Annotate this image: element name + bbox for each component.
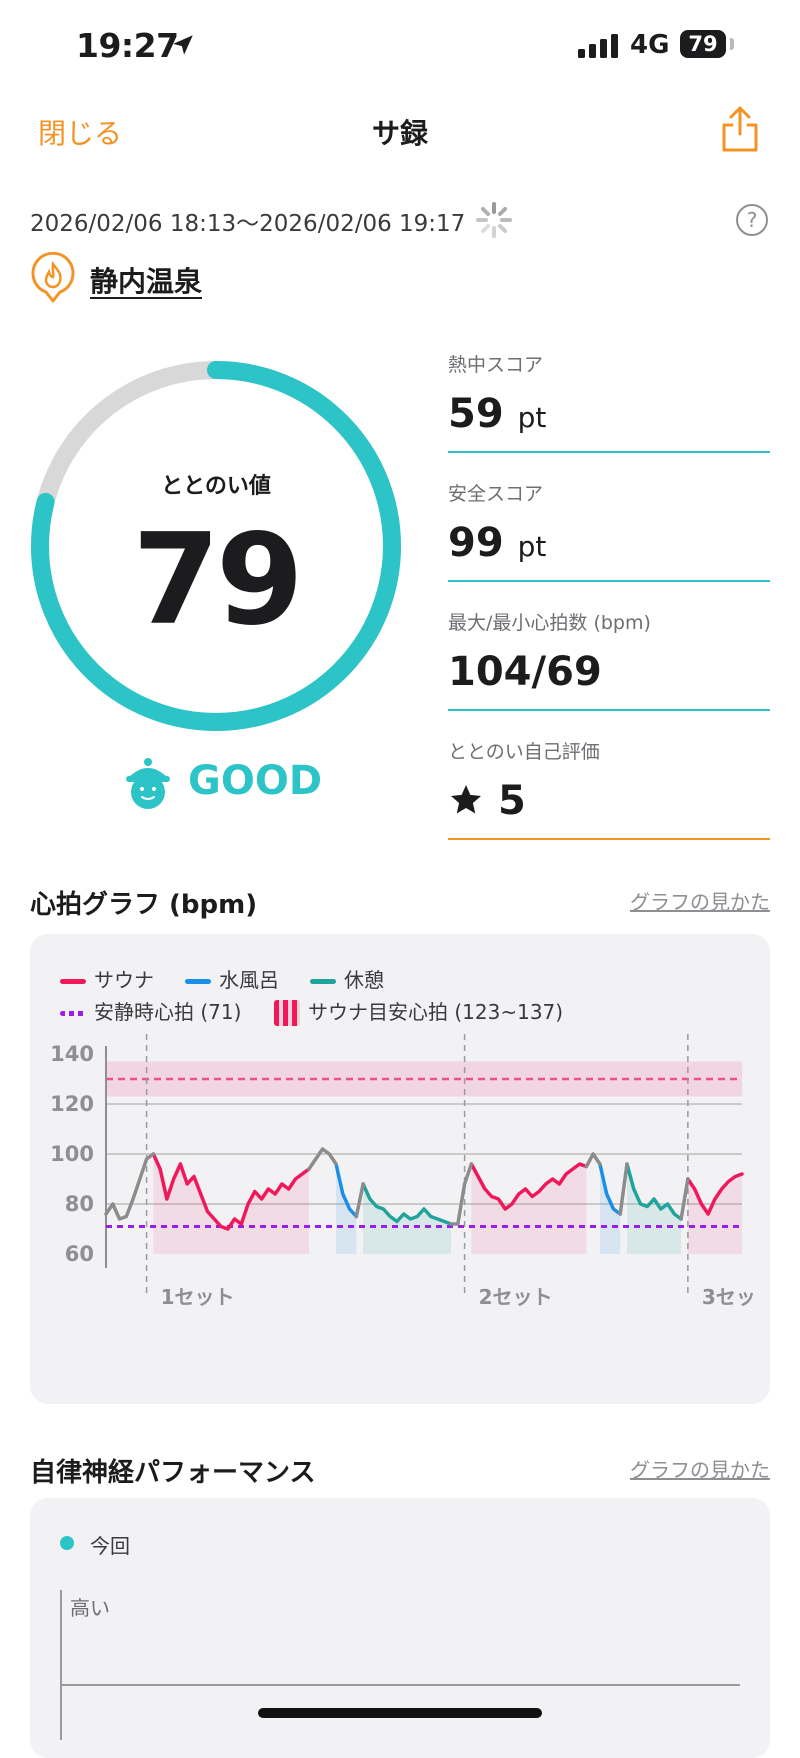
legend-sauna: サウナ [60,964,154,993]
divider [448,580,770,582]
battery-tip [730,38,734,50]
stat-heart-rate: 最大/最小心拍数 (bpm) 104/69 [448,608,770,711]
facility-link[interactable]: 静内温泉 [90,260,202,300]
ans-gridline [60,1684,740,1686]
stat-label: ととのい自己評価 [448,741,600,763]
home-indicator [258,1708,542,1718]
signal-icon [578,34,618,58]
battery-icon: 79 [680,30,726,58]
network-label: 4G [630,30,670,60]
stat-label: 最大/最小心拍数 (bpm) [448,612,651,634]
series-area [687,1174,742,1254]
ans-legend-label: 今回 [90,1534,130,1558]
legend-label: 水風呂 [219,968,279,992]
location-arrow-icon [173,35,193,55]
ans-y-axis [60,1590,62,1740]
sauna-flame-pin-icon [31,252,75,303]
legend-label: 休憩 [344,968,384,992]
y-tick-label: 140 [50,1042,94,1066]
star-icon [451,785,481,814]
stat-unit: pt [517,530,547,563]
help-icon[interactable]: ? [736,204,768,236]
set-label: 1セット [161,1285,235,1309]
status-time: 19:27 [76,26,179,65]
set-label: 3セッ [702,1285,756,1309]
legend-label: サウナ [94,968,154,992]
legend-label: 安静時心拍 (71) [94,1000,242,1024]
divider [448,838,770,840]
hr-chart: 140 120 100 80 60 1セット 2セット 3セッ [50,1034,756,1309]
hr-series-その他 [679,1177,690,1221]
legend-resting-hr: 安静時心拍 (71) [60,996,241,1025]
score-value: 79 [132,506,303,653]
hr-series-その他 [307,1147,338,1171]
mascot-face-icon [126,758,170,809]
session-datetime: 2026/02/06 18:13～2026/02/06 19:17 [30,211,466,237]
stat-label: 安全スコア [448,483,544,505]
legend-dot-icon [60,1536,74,1550]
stat-self-rating[interactable]: ととのい自己評価 5 [448,737,770,840]
legend-swatch [274,1000,300,1026]
stat-safety-score: 安全スコア 99 pt [448,479,770,582]
legend-swatch [310,979,336,984]
ans-y-label-high: 高い [70,1596,110,1620]
y-tick-label: 100 [50,1142,94,1166]
stat-unit: pt [517,401,547,434]
stat-heat-score: 熱中スコア 59 pt [448,350,770,453]
hr-chart-card: サウナ 水風呂 休憩 安静時心拍 (71) サウナ目安心拍 (123~137) … [30,934,770,1404]
loading-spinner-icon [476,202,512,238]
hr-series-その他 [354,1182,365,1219]
ans-guide-link[interactable]: グラフの見かた [620,1454,770,1483]
legend-sauna-target: サウナ目安心拍 (123~137) [274,996,563,1026]
legend-label: サウナ目安心拍 (123~137) [308,1000,564,1024]
stat-value: 104/69 [448,649,602,695]
score-rating: GOOD [188,758,323,804]
legend-swatch [60,1011,86,1016]
close-button[interactable]: 閉じる [38,112,122,152]
legend-rest: 休憩 [310,964,384,993]
divider [448,451,770,453]
hr-guide-link[interactable]: グラフの見かた [620,886,770,915]
hr-series-その他 [618,1162,629,1216]
stat-value: 99 [448,520,504,566]
y-tick-label: 120 [50,1092,94,1116]
hr-series-その他 [584,1152,602,1169]
hr-series-その他 [449,1162,474,1226]
stat-value: 5 [497,778,526,824]
hr-series-その他 [104,1152,156,1221]
divider [448,709,770,711]
share-icon[interactable] [718,104,762,154]
legend-water: 水風呂 [185,964,279,993]
set-label: 2セット [479,1285,553,1309]
stat-label: 熱中スコア [448,354,544,376]
ans-section-title: 自律神経パフォーマンス [30,1458,316,1488]
ans-chart-card: 今回 高い [30,1498,770,1758]
stat-value: 59 [448,391,504,437]
y-tick-label: 80 [65,1192,94,1216]
y-tick-label: 60 [65,1242,94,1266]
series-area [471,1164,587,1254]
score-label: ととのい値 [161,474,271,499]
legend-swatch [60,979,86,984]
hr-section-title: 心拍グラフ (bpm) [30,890,258,920]
legend-swatch [185,979,211,984]
